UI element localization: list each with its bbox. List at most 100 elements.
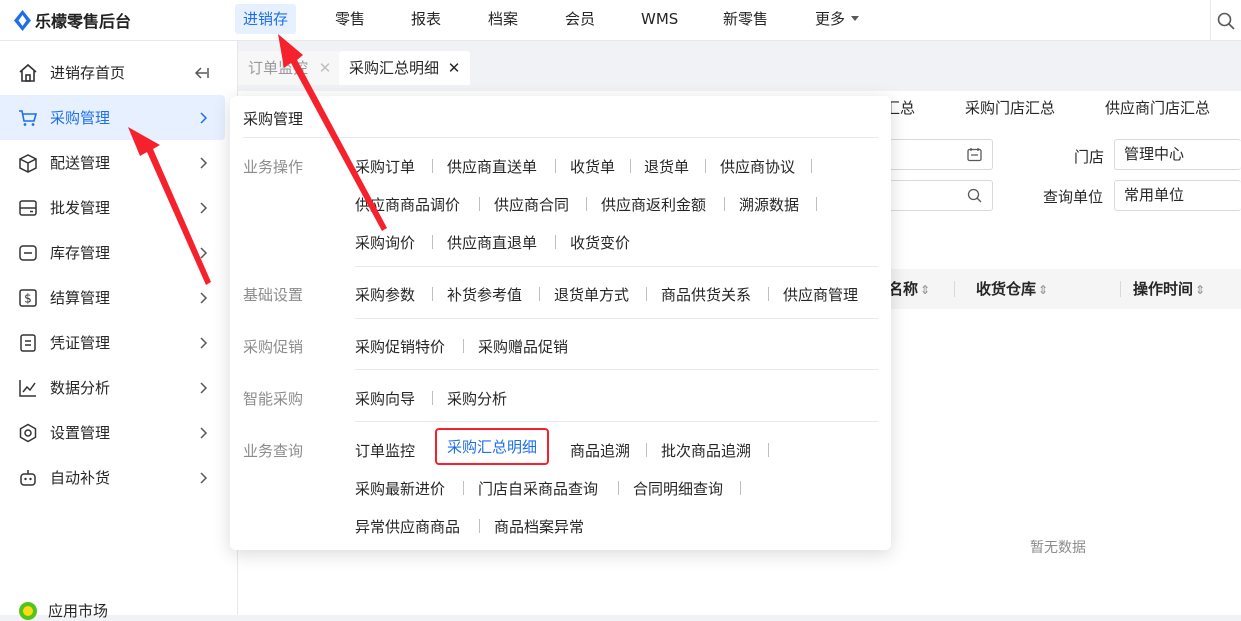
sidebar-item-label: 自动补货 [50, 469, 111, 487]
search-icon [1217, 12, 1235, 30]
chevron-right-icon [200, 111, 208, 124]
topnav-archives[interactable]: 档案 [480, 4, 526, 34]
date-range-field[interactable] [878, 139, 993, 170]
unit-select[interactable]: 常用单位 [1114, 180, 1241, 211]
store-select[interactable]: 管理中心 [1114, 139, 1241, 170]
store-label: 门店 [1074, 148, 1105, 166]
sort-icon[interactable]: ⇕ [920, 283, 930, 297]
group-label-smart-purchase: 智能采购 [243, 390, 304, 408]
tab-order-monitor[interactable]: 订单监控 ✕ [238, 51, 342, 85]
close-icon[interactable]: ✕ [448, 59, 461, 77]
topnav-wms[interactable]: WMS [633, 4, 686, 34]
menu-item-purchase-inquiry[interactable]: 采购询价 [355, 232, 415, 253]
menu-item-product-trace[interactable]: 商品追溯 [570, 440, 630, 461]
menu-item-supplier-agreement[interactable]: 供应商协议 [720, 156, 795, 177]
summary-tab-store[interactable]: 采购门店汇总 [965, 97, 1055, 118]
sidebar-item-label: 库存管理 [50, 244, 111, 262]
menu-item-purchase-wizard[interactable]: 采购向导 [355, 388, 415, 409]
sidebar-item-procurement[interactable]: 采购管理 [0, 95, 225, 140]
logo[interactable]: 乐檬零售后台 [14, 8, 131, 32]
menu-item-product-archive-abnormal[interactable]: 商品档案异常 [494, 516, 584, 537]
topnav-new-retail[interactable]: 新零售 [715, 4, 776, 34]
menu-item-abnormal-supplier-products[interactable]: 异常供应商商品 [355, 516, 460, 537]
menu-item-trace-data[interactable]: 溯源数据 [739, 194, 799, 215]
menu-item-receipt[interactable]: 收货单 [570, 156, 615, 177]
sidebar-item-settings[interactable]: 设置管理 [0, 410, 225, 455]
app-market[interactable]: 应用市场 [18, 600, 108, 621]
divider [432, 287, 433, 301]
chevron-right-icon [200, 156, 208, 169]
sidebar-item-voucher[interactable]: 凭证管理 [0, 320, 225, 365]
menu-item-supplier-management[interactable]: 供应商管理 [783, 284, 858, 305]
menu-item-supply-relation[interactable]: 商品供货关系 [661, 284, 751, 305]
divider [630, 159, 631, 173]
divider [243, 137, 878, 138]
column-header-name[interactable]: 名称 ⇕ [888, 278, 930, 299]
menu-item-store-self-purchase[interactable]: 门店自采商品查询 [478, 478, 598, 499]
menu-item-supplier-rebate[interactable]: 供应商返利金额 [601, 194, 706, 215]
menu-item-promo-gift[interactable]: 采购赠品促销 [478, 336, 568, 357]
tab-procurement-summary[interactable]: 采购汇总明细 ✕ [339, 51, 471, 85]
menu-item-batch-product-trace[interactable]: 批次商品追溯 [661, 440, 751, 461]
menu-item-supplier-direct[interactable]: 供应商直送单 [447, 156, 537, 177]
menu-item-contract-detail[interactable]: 合同明细查询 [633, 478, 723, 499]
sidebar-item-label: 批发管理 [50, 199, 111, 217]
top-bar: 乐檬零售后台 进销存 零售 报表 档案 会员 WMS 新零售 更多 [0, 0, 1241, 41]
close-icon[interactable]: ✕ [319, 59, 332, 77]
sidebar-item-wholesale[interactable]: 批发管理 [0, 185, 225, 230]
column-label: 操作时间 [1133, 280, 1194, 298]
sort-icon[interactable]: ⇕ [1195, 283, 1205, 297]
divider [355, 266, 878, 267]
sidebar-item-label: 数据分析 [50, 379, 111, 397]
dollar-icon: $ [19, 288, 37, 307]
summary-tab-supplier-store[interactable]: 供应商门店汇总 [1105, 97, 1210, 118]
menu-item-promo-special-price[interactable]: 采购促销特价 [355, 336, 445, 357]
sidebar-item-settlement[interactable]: $ 结算管理 [0, 275, 225, 320]
column-header-op-time[interactable]: 操作时间 ⇕ [1133, 278, 1205, 299]
search-button[interactable] [1210, 0, 1241, 41]
divider [555, 159, 556, 173]
sidebar-item-label: 设置管理 [50, 424, 111, 442]
menu-item-receipt-price-change[interactable]: 收货变价 [570, 232, 630, 253]
menu-item-purchase-analysis[interactable]: 采购分析 [447, 388, 507, 409]
menu-item-return[interactable]: 退货单 [644, 156, 689, 177]
app-market-icon [19, 601, 37, 620]
sidebar-item-distribution[interactable]: 配送管理 [0, 140, 225, 185]
chevron-right-icon [200, 201, 208, 214]
menu-item-supplier-contract[interactable]: 供应商合同 [494, 194, 569, 215]
topnav-inventory[interactable]: 进销存 [235, 4, 297, 34]
divider [355, 369, 878, 370]
topnav-more[interactable]: 更多 [807, 4, 867, 34]
topnav-reports[interactable]: 报表 [403, 4, 449, 34]
sidebar-item-data-analysis[interactable]: 数据分析 [0, 365, 225, 410]
tab-label: 订单监控 [248, 59, 309, 77]
tab-label: 采购汇总明细 [349, 59, 440, 77]
sidebar-item-auto-replenish[interactable]: 自动补货 [0, 455, 225, 500]
product-search-field[interactable] [878, 180, 993, 211]
column-header-warehouse[interactable]: 收货仓库 ⇕ [976, 278, 1048, 299]
topnav-members[interactable]: 会员 [557, 4, 603, 34]
sidebar-item-label: 结算管理 [50, 289, 111, 307]
divider [479, 197, 480, 211]
app-name: 乐檬零售后台 [35, 12, 132, 31]
sidebar-item-inventory[interactable]: 库存管理 [0, 230, 225, 275]
menu-item-purchase-summary-detail[interactable]: 采购汇总明细 [435, 428, 550, 465]
sort-icon[interactable]: ⇕ [1038, 283, 1048, 297]
menu-item-supplier-price-adjust[interactable]: 供应商商品调价 [355, 194, 460, 215]
document-icon [20, 333, 36, 352]
divider [740, 481, 741, 495]
divider [355, 318, 878, 319]
menu-item-return-method[interactable]: 退货单方式 [554, 284, 629, 305]
divider [816, 197, 817, 211]
menu-item-order-monitor[interactable]: 订单监控 [355, 440, 415, 461]
menu-item-replenish-ref[interactable]: 补货参考值 [447, 284, 522, 305]
menu-item-latest-purchase-price[interactable]: 采购最新进价 [355, 478, 445, 499]
collapse-sidebar-icon[interactable] [194, 66, 210, 79]
menu-item-purchase-order[interactable]: 采购订单 [355, 156, 415, 177]
menu-item-purchase-params[interactable]: 采购参数 [355, 284, 415, 305]
sidebar-item-inventory-home[interactable]: 进销存首页 [0, 50, 225, 95]
topnav-retail[interactable]: 零售 [327, 4, 373, 34]
menu-item-supplier-direct-return[interactable]: 供应商直退单 [447, 232, 537, 253]
inventory-icon [19, 244, 37, 261]
unit-label: 查询单位 [1043, 188, 1104, 206]
